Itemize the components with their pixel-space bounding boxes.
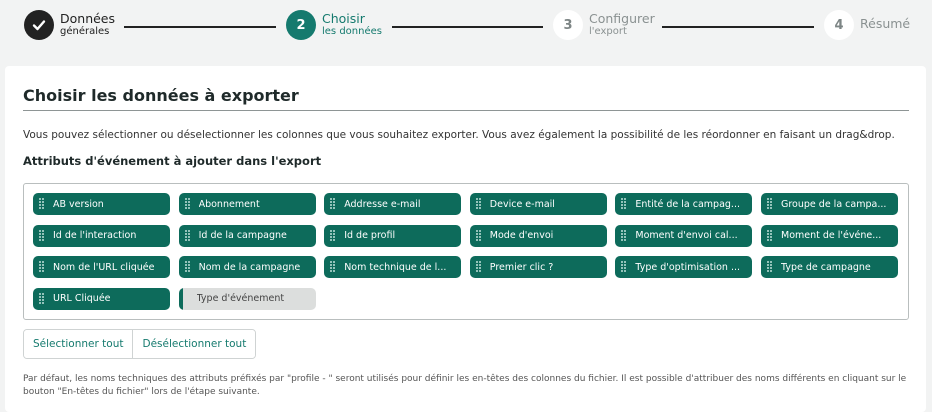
step-donnees-generales[interactable]: Données générales [24,10,115,40]
step-number: 2 [286,10,316,40]
step-label: Résumé [860,15,911,31]
deselect-all-button[interactable]: Désélectionner tout [132,330,256,358]
attribute-chip[interactable]: Type d'optimisation ... [615,256,753,278]
drag-handle-icon[interactable] [330,198,336,210]
drag-handle-icon[interactable] [767,261,772,273]
attribute-chip-label: Nom de l'URL cliquée [53,261,155,273]
attribute-chip[interactable]: Mode d'envoi [469,224,607,247]
step-number: 3 [553,10,583,40]
drag-handle-icon[interactable] [621,198,627,210]
attribute-chip-label: Mode d'envoi [489,230,554,241]
attribute-chip[interactable]: Type d'événement [178,287,316,310]
attribute-chip[interactable]: Nom de l'URL cliquée [33,256,170,278]
step-number: 4 [824,10,854,40]
attribute-chip-label: Id de profil [344,230,396,241]
step-label: Choisir [322,10,365,26]
drag-handle-icon[interactable] [330,229,336,242]
drag-handle-icon[interactable] [621,229,627,242]
export-data-card: Choisir les données à exporter Vous pouv… [5,66,926,412]
attribute-chip-label: Device e-mail [489,198,555,210]
attribute-chip-label: Nom de la campagne [198,261,301,273]
attribute-chip[interactable]: Groupe de la campa... [761,193,898,215]
attribute-chip-label: URL Cliquée [53,293,111,304]
attribute-chip-label: Type d'optimisation ... [635,261,741,273]
attributes-dropzone: AB version Abonnement Addresse e-mail Devic… [23,183,909,320]
attribute-chip[interactable]: Entité de la campag... [615,193,753,215]
drag-handle-icon[interactable] [767,229,772,242]
selection-button-group: Sélectionner tout Désélectionner tout [23,329,257,359]
attribute-chip[interactable]: Device e-mail [469,193,607,215]
attribute-chip-label: Id de la campagne [198,230,287,241]
attribute-chip-label: Type d'événement [196,293,285,304]
step-label: Données [60,10,116,26]
drag-handle-icon[interactable] [184,261,190,273]
attribute-chip[interactable]: URL Cliquée [33,287,170,310]
drag-handle-icon[interactable] [330,261,336,273]
attribute-chip[interactable]: Type de campagne [761,256,898,278]
drag-handle-icon[interactable] [475,198,481,210]
attribute-chip-label: Abonnement [198,198,260,210]
attribute-chip[interactable]: Id de l'interaction [33,224,170,247]
attribute-chip-label: AB version [53,198,104,210]
step-connector [662,26,814,28]
page-title: Choisir les données à exporter [23,86,299,105]
attribute-chip[interactable]: Nom de la campagne [178,256,316,278]
drag-handle-icon[interactable] [475,229,481,242]
step-label: Configurer [589,10,655,26]
drag-handle-icon[interactable] [178,287,183,310]
drag-handle-icon[interactable] [621,261,627,273]
attribute-chip-label: Type de campagne [781,261,871,273]
attribute-chip-label: Addresse e-mail [344,198,421,210]
attribute-chip[interactable]: Nom technique de l... [324,256,462,278]
drag-handle-icon[interactable] [39,292,44,305]
attribute-chip-label: Id de l'interaction [53,230,137,241]
attribute-chip-label: Entité de la campag... [635,198,740,210]
attribute-chip[interactable]: AB version [33,193,170,215]
drag-handle-icon[interactable] [39,198,44,210]
step-configurer-l-export[interactable]: 3 Configurer l'export [553,10,655,40]
attribute-chip-label: Moment d'envoi cal... [635,230,738,241]
step-connector [124,26,276,28]
attribute-chip[interactable]: Moment d'envoi cal... [615,224,753,247]
attribute-chip-label: Premier clic ? [489,261,554,273]
attribute-chip[interactable]: Id de profil [324,224,462,247]
stepper: Données générales 2 Choisir les données … [0,0,932,60]
step-resume[interactable]: 4 Résumé [824,10,910,40]
drag-handle-icon[interactable] [184,229,190,242]
drag-handle-icon[interactable] [39,229,44,242]
check-icon [24,10,54,40]
attribute-chip-label: Groupe de la campa... [781,198,887,210]
drag-handle-icon[interactable] [475,261,481,273]
attribute-chip-label: Nom technique de l... [344,261,447,273]
drag-handle-icon[interactable] [767,198,772,210]
attribute-chip[interactable]: Id de la campagne [178,224,316,247]
attribute-chip[interactable]: Abonnement [178,193,316,215]
select-all-button[interactable]: Sélectionner tout [24,330,133,358]
attribute-chip[interactable]: Moment de l'événe... [761,224,898,247]
attribute-chip[interactable]: Premier clic ? [469,256,607,278]
step-choisir-les-donnees[interactable]: 2 Choisir les données [286,10,382,40]
step-sublabel: l'export [589,26,627,38]
step-sublabel: les données [322,26,382,38]
drag-handle-icon[interactable] [39,261,44,273]
step-connector [392,26,543,28]
step-sublabel: générales [60,26,110,38]
attribute-chip-label: Moment de l'événe... [781,230,882,241]
info-note: Par défaut, les noms techniques des attr… [23,374,907,397]
description-text: Vous pouvez sélectionner ou déselectionn… [23,129,895,141]
drag-handle-icon[interactable] [184,198,190,210]
attribute-chip[interactable]: Addresse e-mail [324,193,462,215]
attributes-subtitle: Attributs d'événement à ajouter dans l'e… [23,154,322,168]
title-divider [23,110,909,111]
